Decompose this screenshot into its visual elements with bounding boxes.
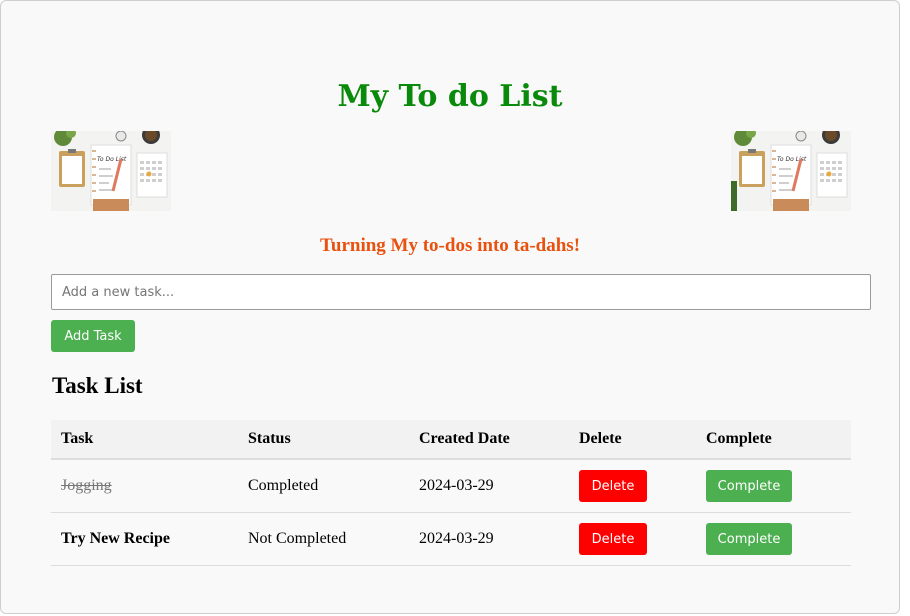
todo-banner-image-right: To Do List bbox=[731, 131, 851, 211]
table-row: Try New Recipe Not Completed 2024-03-29 … bbox=[51, 512, 851, 566]
delete-cell: Delete bbox=[569, 459, 696, 513]
delete-button[interactable]: Delete bbox=[579, 470, 647, 502]
task-name: Jogging bbox=[51, 459, 238, 513]
complete-cell: Complete bbox=[696, 459, 851, 513]
column-header-task: Task bbox=[51, 420, 238, 460]
column-header-delete: Delete bbox=[569, 420, 696, 460]
task-created-date: 2024-03-29 bbox=[409, 512, 569, 566]
complete-button[interactable]: Complete bbox=[706, 470, 792, 502]
column-header-status: Status bbox=[238, 420, 409, 460]
task-status: Not Completed bbox=[238, 512, 409, 566]
delete-button[interactable]: Delete bbox=[579, 523, 647, 555]
page-title: My To do List bbox=[337, 79, 563, 114]
task-list-heading: Task List bbox=[52, 373, 143, 398]
column-header-complete: Complete bbox=[696, 420, 851, 460]
complete-button[interactable]: Complete bbox=[706, 523, 792, 555]
table-header-row: Task Status Created Date Delete Complete bbox=[51, 420, 851, 460]
delete-cell: Delete bbox=[569, 512, 696, 566]
complete-cell: Complete bbox=[696, 512, 851, 566]
app-window: My To do List To Do List To Do List Turn… bbox=[0, 0, 900, 614]
table-row: Jogging Completed 2024-03-29 Delete Comp… bbox=[51, 459, 851, 513]
task-created-date: 2024-03-29 bbox=[409, 459, 569, 513]
todo-banner-image-left: To Do List bbox=[51, 131, 171, 211]
task-table: Task Status Created Date Delete Complete… bbox=[51, 420, 851, 566]
add-task-button[interactable]: Add Task bbox=[51, 320, 135, 352]
new-task-input[interactable] bbox=[51, 274, 871, 310]
task-name: Try New Recipe bbox=[51, 512, 238, 566]
task-status: Completed bbox=[238, 459, 409, 513]
tagline: Turning My to-dos into ta-dahs! bbox=[319, 235, 581, 256]
column-header-created-date: Created Date bbox=[409, 420, 569, 460]
